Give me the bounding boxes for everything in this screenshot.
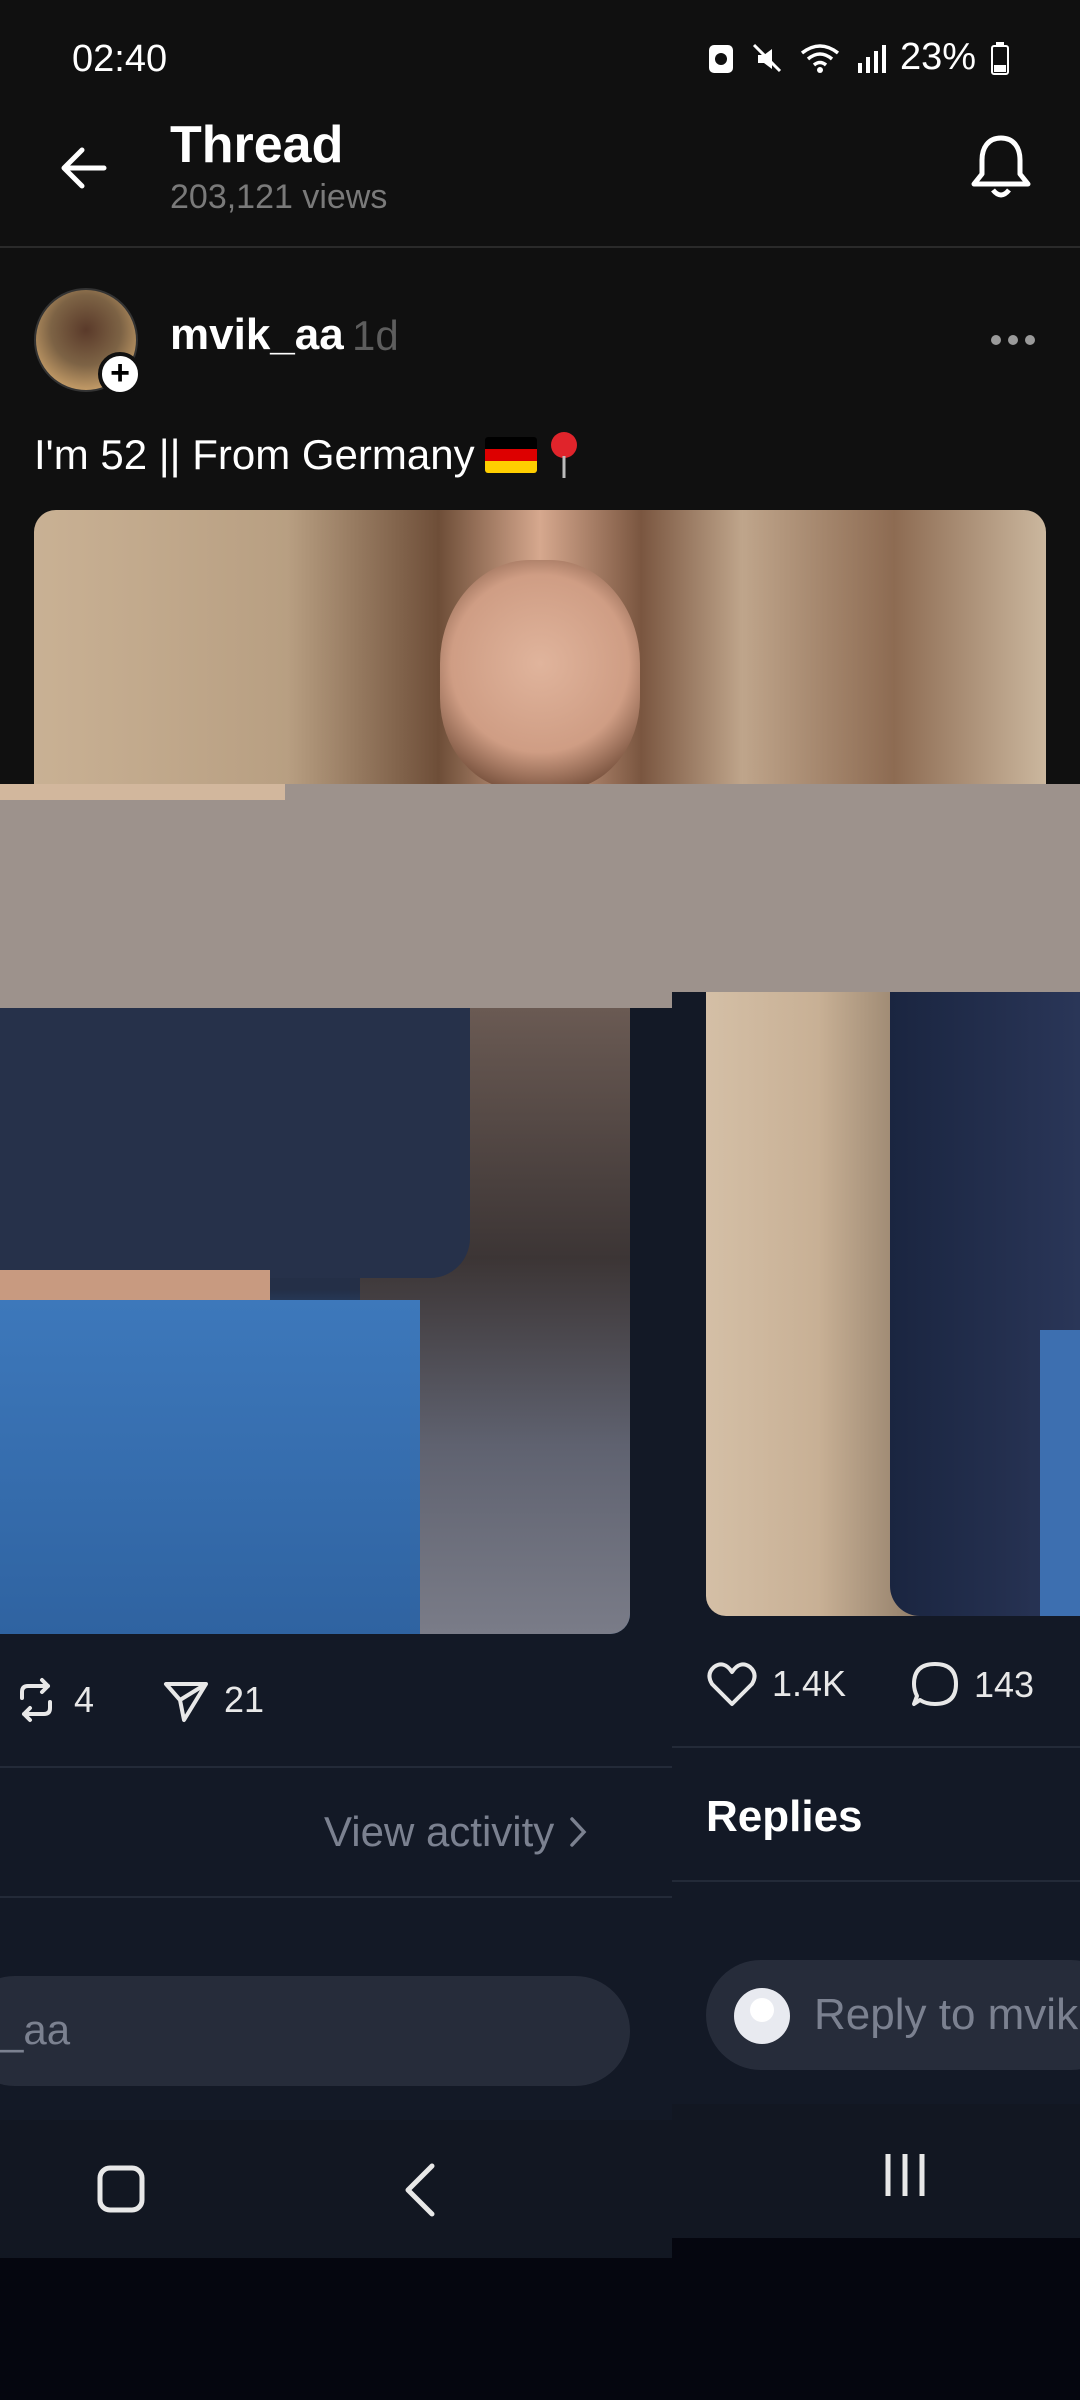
views-count: 203,121 views: [170, 178, 388, 216]
post-image-left-jeans: [0, 1300, 420, 1634]
comment-icon: [912, 1662, 958, 1706]
view-activity-label: View activity: [324, 1808, 555, 1855]
like-button[interactable]: 1.4K: [706, 1660, 846, 1708]
share-count: 21: [224, 1679, 265, 1720]
post-username[interactable]: mvik_aa: [170, 310, 344, 360]
battery-saver-icon: [708, 44, 733, 73]
battery-icon: [991, 41, 1009, 75]
view-activity-link[interactable]: View activity: [324, 1808, 588, 1856]
repost-button[interactable]: 4: [12, 1676, 94, 1724]
replies-divider-top: [672, 1746, 1080, 1748]
wifi-icon: [800, 43, 840, 73]
reply-input-left[interactable]: [0, 1976, 630, 2086]
battery-percent: 23%: [899, 36, 976, 78]
post-image-face: [440, 560, 640, 790]
page-title: Thread: [170, 116, 344, 174]
pin-icon: [550, 432, 577, 478]
nav-bar-right: [672, 2104, 1080, 2238]
recents-icon[interactable]: [880, 2150, 930, 2200]
overlay-band-notch: [0, 784, 285, 800]
comment-button[interactable]: 143: [910, 1660, 1034, 1710]
status-time: 02:40: [72, 38, 168, 80]
reply-avatar-inner: [750, 1998, 774, 2022]
mute-icon: [752, 43, 781, 72]
replies-heading: Replies: [706, 1792, 863, 1841]
home-icon[interactable]: [96, 2164, 146, 2214]
share-icon: [164, 1682, 208, 1722]
more-icon[interactable]: [990, 334, 1036, 346]
back-arrow-icon[interactable]: [56, 140, 112, 196]
nav-back-icon[interactable]: [400, 2162, 440, 2218]
post-image-left-jacket: [0, 1008, 470, 1278]
repost-count: 4: [74, 1679, 95, 1720]
flag-germany-icon: [484, 437, 537, 473]
like-count: 1.4K: [772, 1663, 847, 1704]
post-text: I'm 52 || From Germany: [34, 431, 475, 478]
overlay-band: [0, 784, 1080, 1008]
comment-count: 143: [974, 1664, 1035, 1705]
share-button[interactable]: 21: [162, 1676, 264, 1724]
post-time: 1d: [352, 312, 399, 359]
replies-divider-bottom: [672, 1880, 1080, 1882]
reply-input-left-text: _aa: [0, 2006, 71, 2053]
follow-plus-icon[interactable]: +: [98, 352, 142, 396]
repost-icon: [20, 1678, 52, 1722]
bell-icon[interactable]: [968, 132, 1034, 202]
thread-header: [0, 110, 1080, 246]
header-divider: [0, 246, 1080, 248]
chevron-right-icon: [570, 1817, 587, 1847]
activity-divider-top: [0, 1766, 672, 1768]
status-icons: 23%: [706, 36, 1010, 79]
activity-divider-bottom: [0, 1896, 672, 1898]
signal-icon: [857, 44, 886, 73]
reply-placeholder: Reply to mvik: [814, 1990, 1079, 2039]
heart-icon: [707, 1662, 757, 1706]
post-image-right-jeans: [1040, 1330, 1080, 1616]
post-text-line: I'm 52 || From Germany: [34, 430, 581, 480]
